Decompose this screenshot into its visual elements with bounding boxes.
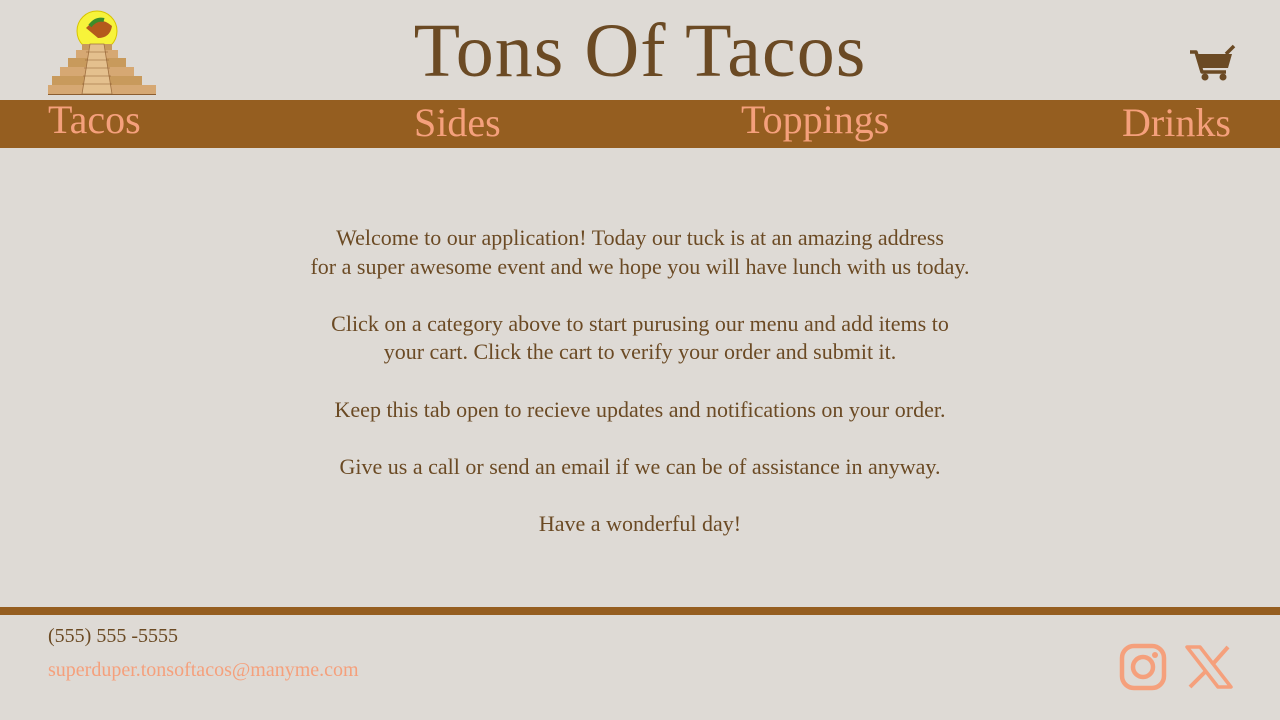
site-title: Tons Of Tacos	[413, 9, 867, 93]
contact-paragraph: Give us a call or send an email if we ca…	[339, 453, 941, 479]
category-nav: Tacos Sides Toppings Drinks	[0, 98, 1280, 149]
closing-paragraph: Have a wonderful day!	[538, 510, 742, 536]
nav-item-tacos[interactable]: Tacos	[48, 98, 141, 146]
email-link[interactable]: superduper.tonsoftacos@manyme.com	[48, 659, 359, 682]
nav-item-toppings[interactable]: Toppings	[741, 98, 889, 146]
notifications-paragraph: Keep this tab open to recieve updates an…	[334, 396, 946, 422]
cart-icon[interactable]	[1188, 44, 1236, 82]
welcome-message: Welcome to our application! Today our tu…	[0, 224, 1280, 567]
instagram-icon[interactable]	[1119, 643, 1167, 691]
phone-number: (555) 555 -5555	[48, 625, 178, 647]
x-icon[interactable]	[1185, 645, 1233, 693]
instructions-paragraph: Click on a category above to start purus…	[331, 310, 949, 365]
footer-divider	[0, 607, 1280, 615]
welcome-paragraph: Welcome to our application! Today our tu…	[310, 225, 970, 279]
nav-item-sides[interactable]: Sides	[414, 101, 501, 149]
nav-item-drinks[interactable]: Drinks	[1122, 101, 1231, 149]
header: Tons Of Tacos	[0, 0, 1280, 100]
